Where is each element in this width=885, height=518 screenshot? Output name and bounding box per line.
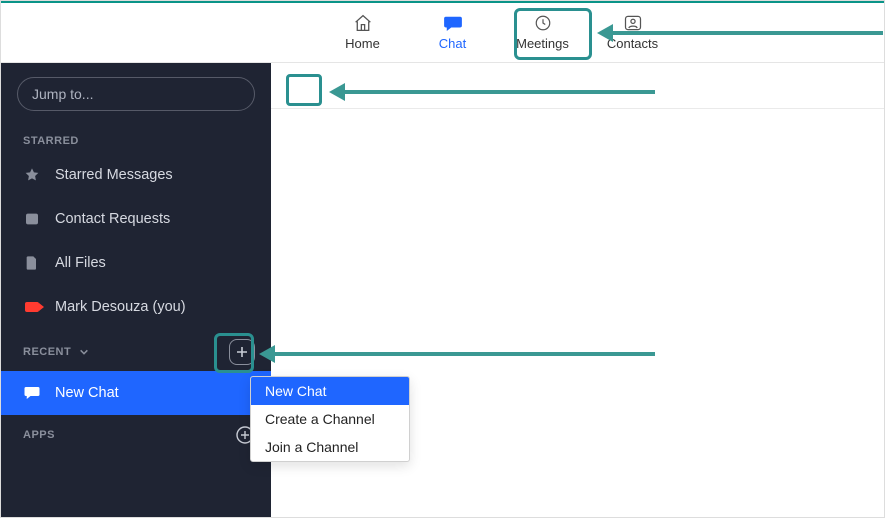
file-icon [23,254,41,272]
jump-to-input[interactable] [17,77,255,111]
nav-home[interactable]: Home [318,3,408,62]
section-recent-header: RECENT [1,329,271,371]
self-user-label: Mark Desouza (you) [55,299,186,315]
contact-icon [622,14,644,32]
nav-chat-label: Chat [439,36,466,51]
all-files-label: All Files [55,255,106,271]
clock-icon [532,14,554,32]
section-recent-label: RECENT [23,346,71,358]
to-label: To [289,77,305,94]
nav-chat[interactable]: Chat [408,3,498,62]
nav-home-label: Home [345,36,380,51]
sidebar-item-self-user[interactable]: Mark Desouza (you) [1,285,271,329]
top-navigation: Home Chat Meetings Contacts [1,1,884,63]
menu-item-create-channel[interactable]: Create a Channel [251,405,409,433]
nav-meetings[interactable]: Meetings [498,3,588,62]
compose-to-bar[interactable]: To [271,63,884,109]
app-body: STARRED Starred Messages Contact Request… [1,63,884,517]
star-icon [23,166,41,184]
person-card-icon [23,210,41,228]
nav-contacts[interactable]: Contacts [588,3,678,62]
recent-plus-context-menu: New Chat Create a Channel Join a Channel [250,376,410,462]
sidebar-item-all-files[interactable]: All Files [1,241,271,285]
section-starred-label: STARRED [1,123,271,153]
recent-add-button[interactable] [229,339,255,365]
starred-messages-label: Starred Messages [55,167,173,183]
new-chat-label: New Chat [55,385,119,401]
camera-icon [23,298,41,316]
sidebar: STARRED Starred Messages Contact Request… [1,63,271,517]
contact-requests-label: Contact Requests [55,211,170,227]
nav-contacts-label: Contacts [607,36,658,51]
sidebar-item-starred-messages[interactable]: Starred Messages [1,153,271,197]
menu-item-new-chat[interactable]: New Chat [251,377,409,405]
sidebar-item-contact-requests[interactable]: Contact Requests [1,197,271,241]
sidebar-item-new-chat[interactable]: New Chat [1,371,271,415]
section-apps-header: APPS [1,415,271,451]
chat-bubble-icon [23,384,41,402]
section-apps-label: APPS [23,429,55,441]
menu-item-join-channel[interactable]: Join a Channel [251,433,409,461]
home-icon [352,14,374,32]
top-navigation-items: Home Chat Meetings Contacts [318,3,678,62]
chat-icon [442,14,464,32]
nav-meetings-label: Meetings [516,36,569,51]
chevron-down-icon[interactable] [79,347,89,357]
app-root: Home Chat Meetings Contacts [0,0,885,518]
jump-to-container [17,77,255,111]
